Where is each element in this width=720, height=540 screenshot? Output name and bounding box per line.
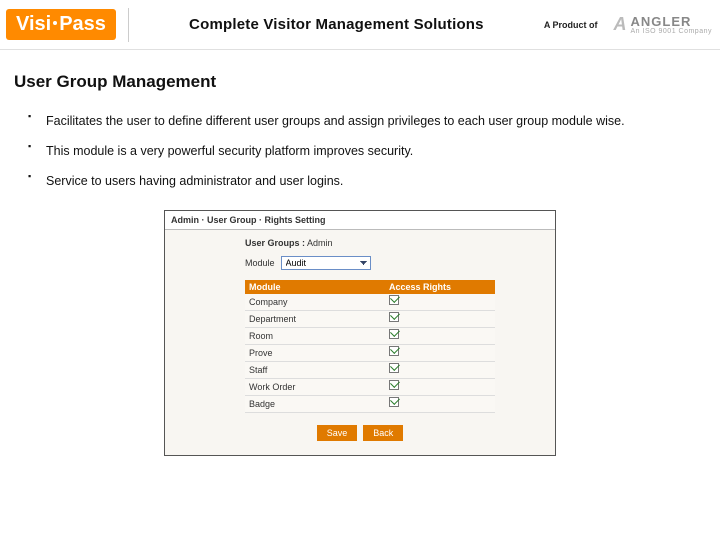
user-group-display: User Groups : Admin xyxy=(245,238,545,248)
rights-checkbox[interactable] xyxy=(389,397,399,407)
table-row: Work Order xyxy=(245,379,495,396)
header-module: Module xyxy=(245,280,385,294)
rights-checkbox[interactable] xyxy=(389,346,399,356)
row-name: Prove xyxy=(245,345,385,361)
row-name: Staff xyxy=(245,362,385,378)
angler-a-icon: A xyxy=(614,14,627,35)
save-button[interactable]: Save xyxy=(317,425,358,441)
rights-checkbox[interactable] xyxy=(389,312,399,322)
user-group-value: Admin xyxy=(307,238,333,248)
module-select[interactable]: Audit xyxy=(281,256,371,270)
list-item: Facilitates the user to define different… xyxy=(28,106,702,136)
angler-sub: An ISO 9001 Company xyxy=(631,28,713,35)
header-divider xyxy=(128,8,129,42)
visipass-logo: Visi Pass xyxy=(6,9,116,40)
rights-table: Module Access Rights Company Department … xyxy=(245,280,495,413)
table-row: Room xyxy=(245,328,495,345)
user-group-label: User Groups : xyxy=(245,238,305,248)
product-of-label: A Product of xyxy=(544,20,598,30)
row-name: Department xyxy=(245,311,385,327)
logo-dot-icon xyxy=(53,21,57,25)
table-row: Department xyxy=(245,311,495,328)
angler-logo: A ANGLER An ISO 9001 Company xyxy=(614,14,713,35)
bullet-list: Facilitates the user to define different… xyxy=(28,106,702,196)
rights-checkbox[interactable] xyxy=(389,363,399,373)
breadcrumb: Admin · User Group · Rights Setting xyxy=(165,211,555,230)
table-row: Prove xyxy=(245,345,495,362)
table-row: Company xyxy=(245,294,495,311)
back-button[interactable]: Back xyxy=(363,425,403,441)
rights-checkbox[interactable] xyxy=(389,380,399,390)
logo-text-right: Pass xyxy=(59,13,106,36)
table-row: Badge xyxy=(245,396,495,413)
list-item: Service to users having administrator an… xyxy=(28,166,702,196)
module-label: Module xyxy=(245,258,275,268)
table-row: Staff xyxy=(245,362,495,379)
logo-text-left: Visi xyxy=(16,13,51,36)
header: Visi Pass Complete Visitor Management Sol… xyxy=(0,0,720,50)
row-name: Work Order xyxy=(245,379,385,395)
header-rights: Access Rights xyxy=(385,280,495,294)
embedded-screenshot: Admin · User Group · Rights Setting User… xyxy=(164,210,556,456)
rights-checkbox[interactable] xyxy=(389,329,399,339)
rights-checkbox[interactable] xyxy=(389,295,399,305)
row-name: Badge xyxy=(245,396,385,412)
page-title: User Group Management xyxy=(14,72,720,92)
row-name: Company xyxy=(245,294,385,310)
table-header: Module Access Rights xyxy=(245,280,495,294)
angler-text: ANGLER xyxy=(631,15,713,28)
row-name: Room xyxy=(245,328,385,344)
list-item: This module is a very powerful security … xyxy=(28,136,702,166)
header-title: Complete Visitor Management Solutions xyxy=(141,16,532,33)
